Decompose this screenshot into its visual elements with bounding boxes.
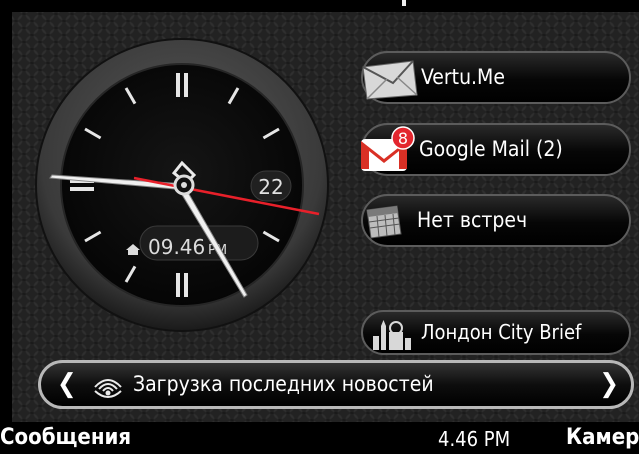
unread-count: 8 <box>398 129 408 148</box>
london-label: Лондон City Brief <box>421 320 582 344</box>
london-city-brief-shortcut[interactable]: Лондон City Brief <box>361 310 631 355</box>
news-next-button[interactable]: ❯ <box>599 369 619 399</box>
screen-edge <box>0 0 12 454</box>
alarm-time: 09.46 <box>148 235 205 259</box>
news-prev-button[interactable]: ❮ <box>57 369 77 399</box>
signal-icon <box>94 379 122 398</box>
news-ticker-text: Загрузка последних новостей <box>133 372 434 396</box>
envelope-icon <box>362 60 418 100</box>
softkey-bar: Сообщения 4.46 PM Камер <box>0 422 639 454</box>
clock-pin <box>181 182 187 188</box>
home-screen: 09.46 PM 22 Vertu.Me 8 Google Mail (2) <box>0 0 639 454</box>
london-icon <box>373 320 411 350</box>
status-strip <box>0 0 639 12</box>
calendar-shortcut[interactable]: Нет встреч <box>361 194 631 247</box>
status-time: 4.46 PM <box>438 427 511 451</box>
vertu-me-shortcut[interactable]: Vertu.Me <box>361 51 631 104</box>
vertu-me-label: Vertu.Me <box>421 65 505 89</box>
messages-softkey[interactable]: Сообщения <box>0 425 131 450</box>
analog-clock[interactable]: 09.46 PM 22 <box>34 37 330 333</box>
google-mail-shortcut[interactable]: 8 Google Mail (2) <box>361 123 631 176</box>
date-number: 22 <box>258 175 283 199</box>
camera-softkey[interactable]: Камер <box>566 425 639 450</box>
gmail-icon: 8 <box>361 126 415 171</box>
calendar-icon <box>366 205 402 239</box>
calendar-label: Нет встреч <box>417 208 528 232</box>
news-ticker[interactable]: ❮ Загрузка последних новостей ❯ <box>38 360 634 409</box>
status-marker <box>402 0 406 6</box>
google-mail-label: Google Mail (2) <box>419 137 563 161</box>
